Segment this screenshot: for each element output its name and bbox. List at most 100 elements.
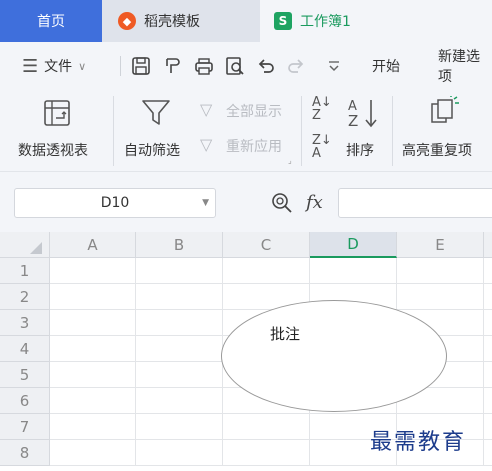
customize-toolbar-icon[interactable] [324,56,344,76]
redo-icon[interactable] [286,56,306,76]
column-header-a[interactable]: A [50,232,136,258]
cell[interactable] [397,284,484,310]
highlight-duplicates-button[interactable]: 高亮重复项 [400,94,492,166]
cell[interactable] [136,284,223,310]
tab-workbook[interactable]: S 工作簿1 [260,0,492,42]
cell[interactable] [484,414,492,440]
reapply-filter-icon: ▽ [200,135,213,154]
cell[interactable] [50,336,136,362]
show-all-label: 全部显示 [226,104,282,120]
sort-label: 排序 [346,143,374,159]
row-header-6[interactable]: 6 [0,388,50,414]
ribbon-divider [113,96,114,166]
cell[interactable] [50,310,136,336]
pivot-table-label: 数据透视表 [18,143,88,159]
select-all-corner[interactable] [0,232,50,258]
start-tab[interactable]: 开始 [372,42,400,90]
cell[interactable] [50,284,136,310]
row-header-2[interactable]: 2 [0,284,50,310]
hamburger-icon: ☰ [22,55,39,77]
autofilter-label: 自动筛选 [124,143,180,159]
cell[interactable] [50,258,136,284]
row-header-3[interactable]: 3 [0,310,50,336]
row-header-4[interactable]: 4 [0,336,50,362]
docer-logo-icon: ◆ [118,12,136,30]
cell[interactable] [484,362,492,388]
undo-icon[interactable] [256,56,276,76]
reapply-button[interactable]: ▽ 重新应用 [200,135,296,157]
tab-workbook-label: 工作簿1 [300,14,351,30]
comment-text[interactable]: 批注 [270,323,300,344]
format-painter-icon[interactable] [163,56,183,76]
cell[interactable] [136,258,223,284]
sort-ascending-button[interactable]: A↓ Z [310,94,336,124]
row-header-8[interactable]: 8 [0,440,50,466]
new-tab[interactable]: 新建选项 [438,42,492,90]
menu-bar: ☰ 文件 ∨ 开始 新建选项 [0,42,492,90]
row-header-1[interactable]: 1 [0,258,50,284]
cell[interactable] [223,258,310,284]
cell[interactable] [484,258,492,284]
tab-template[interactable]: ◆ 稻壳模板 [104,0,258,42]
tab-home[interactable]: 首页 [0,0,102,42]
column-header-e[interactable]: E [397,232,484,258]
print-preview-icon[interactable] [225,56,245,76]
comment-ellipse[interactable]: 批注 [221,300,447,412]
cell[interactable] [50,362,136,388]
cell[interactable] [136,414,223,440]
chevron-down-icon[interactable]: ▼ [202,198,209,208]
save-icon[interactable] [131,56,151,76]
column-header-d[interactable]: D [310,232,397,258]
spreadsheet-icon: S [274,12,292,30]
cell[interactable] [484,310,492,336]
sort-button[interactable]: A Z 排序 [342,94,386,166]
cell[interactable] [136,388,223,414]
cell[interactable] [484,284,492,310]
column-header-f[interactable] [484,232,492,258]
chevron-down-icon: ∨ [78,59,87,73]
highlight-duplicates-icon [431,96,459,123]
file-menu-button[interactable]: ☰ 文件 ∨ [22,42,86,90]
formula-input[interactable] [338,188,492,218]
show-all-filter-icon: ▽ [200,100,213,119]
column-header-c[interactable]: C [223,232,310,258]
pivot-table-button[interactable]: 数据透视表 [14,94,106,166]
print-icon[interactable] [194,56,214,76]
name-box[interactable]: D10 ▼ [14,188,216,218]
sort-descending-button[interactable]: Z↓ A [310,132,336,162]
cell[interactable] [223,440,310,466]
ribbon-divider [301,96,302,166]
row-header-7[interactable]: 7 [0,414,50,440]
filter-icon [142,100,170,125]
sort-descending-icon: Z↓ A [312,133,332,161]
show-all-button[interactable]: ▽ 全部显示 [200,100,296,122]
cell[interactable] [50,440,136,466]
new-tab-label: 新建选项 [438,49,480,85]
cell[interactable] [136,310,223,336]
pivot-table-icon [44,100,70,126]
cell-reference: D10 [100,195,130,211]
formula-bar: D10 ▼ fx [0,172,492,232]
group-expand-icon[interactable]: ⌟ [288,156,292,165]
title-tab-bar: 首页 ◆ 稻壳模板 S 工作簿1 [0,0,492,42]
cell[interactable] [136,362,223,388]
fx-icon[interactable]: fx [306,192,323,213]
zoom-search-icon[interactable] [271,192,293,214]
sort-ascending-icon: A↓ Z [312,95,332,123]
cell[interactable] [50,388,136,414]
cell[interactable] [50,414,136,440]
tab-template-label: 稻壳模板 [144,14,200,30]
cell[interactable] [310,258,397,284]
autofilter-button[interactable]: 自动筛选 [122,94,194,166]
cell[interactable] [136,336,223,362]
cell[interactable] [223,414,310,440]
cell[interactable] [397,258,484,284]
row-header-5[interactable]: 5 [0,362,50,388]
cell[interactable] [484,440,492,466]
menu-divider [120,56,121,76]
file-menu-label: 文件 [44,59,73,75]
cell[interactable] [484,336,492,362]
cell[interactable] [136,440,223,466]
cell[interactable] [484,388,492,414]
column-header-b[interactable]: B [136,232,223,258]
